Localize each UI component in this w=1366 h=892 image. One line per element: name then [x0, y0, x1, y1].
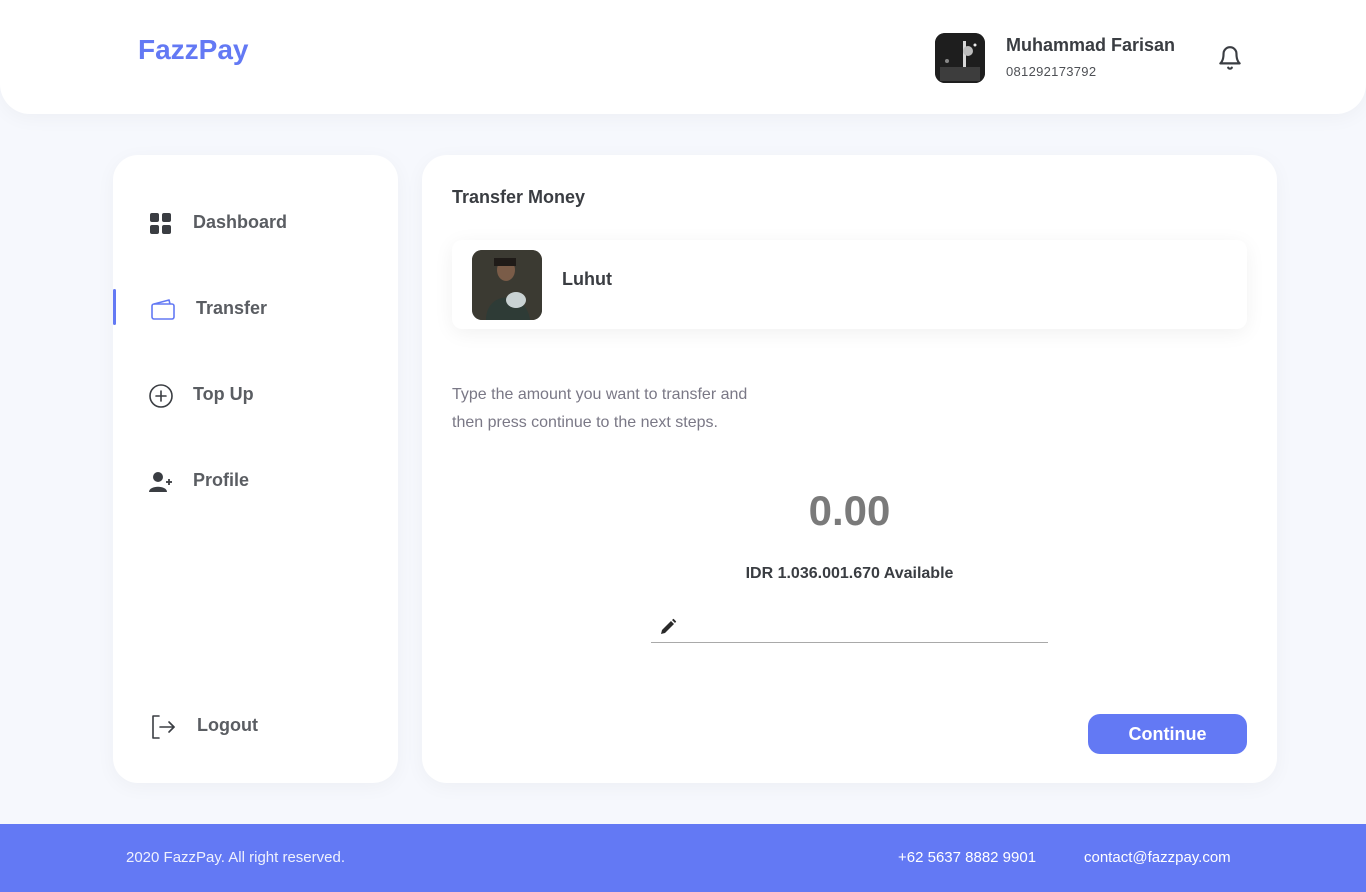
bell-icon[interactable]: [1217, 44, 1243, 72]
sidebar: Dashboard Transfer Top Up Profile Logout: [113, 155, 398, 783]
sidebar-item-profile[interactable]: Profile: [113, 461, 398, 501]
user-plus-icon: [148, 469, 174, 495]
receiver-avatar: [472, 250, 542, 320]
sidebar-item-label: Top Up: [193, 384, 254, 404]
note-field[interactable]: [651, 613, 1048, 643]
contact-phone: +62 5637 8882 9901: [898, 849, 1037, 866]
sidebar-item-topup[interactable]: Top Up: [113, 375, 398, 415]
receiver-card[interactable]: Luhut: [452, 240, 1247, 329]
sidebar-item-label: Transfer: [196, 298, 268, 318]
sidebar-item-label: Profile: [193, 470, 250, 490]
pencil-icon: [659, 618, 677, 636]
amount-display[interactable]: 0.00: [422, 487, 1277, 535]
logout-label: Logout: [197, 715, 258, 735]
wallet-icon: [150, 297, 176, 323]
instruction-text: Type the amount you want to transfer and…: [452, 386, 748, 431]
logout-button[interactable]: Logout: [113, 706, 398, 746]
grid-icon: [148, 211, 174, 237]
active-indicator: [113, 289, 116, 325]
copyright-text: 2020 FazzPay. All right reserved.: [126, 849, 345, 866]
receiver-name: Luhut: [562, 269, 612, 289]
note-input[interactable]: [687, 615, 1042, 639]
top-header: FazzPay Muhammad Farisan 081292173792: [0, 0, 1366, 114]
continue-button[interactable]: Continue: [1088, 714, 1247, 754]
receiver-photo: [472, 250, 542, 320]
page-title: Transfer Money: [452, 187, 586, 207]
avatar-photo: [935, 33, 985, 83]
contact-email[interactable]: contact@fazzpay.com: [1084, 849, 1231, 866]
logout-icon: [150, 714, 176, 740]
user-phone: 081292173792: [1006, 64, 1097, 79]
footer: 2020 FazzPay. All right reserved. +62 56…: [0, 824, 1366, 892]
sidebar-item-transfer[interactable]: Transfer: [113, 289, 398, 329]
brand-logo[interactable]: FazzPay: [138, 34, 249, 66]
plus-circle-icon: [148, 383, 174, 409]
user-avatar[interactable]: [935, 33, 985, 83]
sidebar-item-dashboard[interactable]: Dashboard: [113, 203, 398, 243]
sidebar-item-label: Dashboard: [193, 212, 288, 232]
transfer-panel: Transfer Money Luhut Type the amount you…: [422, 155, 1277, 783]
available-balance: IDR 1.036.001.670 Available: [745, 565, 954, 582]
user-name: Muhammad Farisan: [1006, 35, 1176, 55]
